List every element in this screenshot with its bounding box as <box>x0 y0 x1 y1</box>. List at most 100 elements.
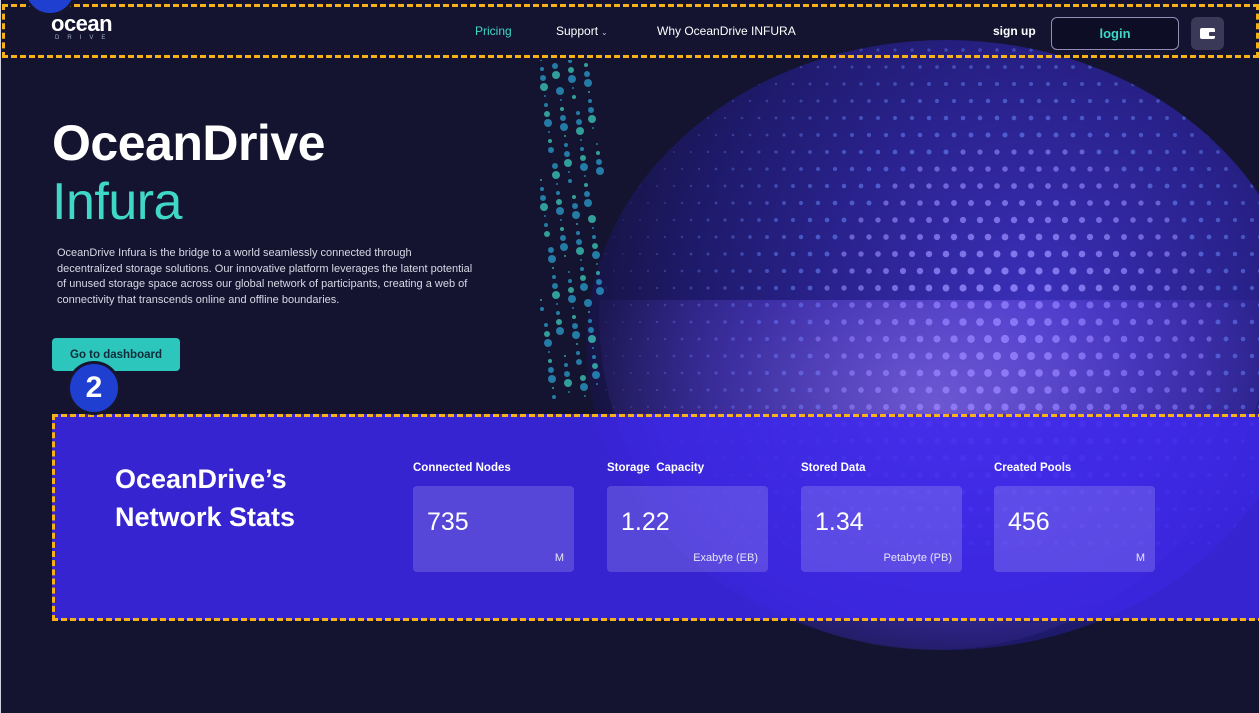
wallet-button[interactable] <box>1191 17 1224 50</box>
sphere-dot <box>732 66 734 68</box>
sphere-dot <box>968 166 974 172</box>
sphere-dot <box>740 184 744 188</box>
sphere-dot <box>782 201 786 205</box>
sphere-dot <box>1045 149 1051 155</box>
sphere-dot <box>1241 65 1245 69</box>
sphere-dot <box>969 65 973 69</box>
sphere-dot <box>1241 99 1245 103</box>
sphere-dot <box>647 168 649 170</box>
particle-dot <box>568 391 570 393</box>
sphere-dot <box>1036 98 1042 104</box>
sphere-dot <box>656 185 658 187</box>
sphere-dot <box>859 116 863 120</box>
sphere-dot <box>993 284 1001 292</box>
sphere-dot <box>951 200 957 206</box>
go-to-dashboard-button[interactable]: Go to dashboard <box>52 338 180 371</box>
sphere-dot <box>1036 166 1042 172</box>
sphere-dot <box>689 286 693 290</box>
annotation-marker-2: 2 <box>67 361 121 415</box>
sphere-dot <box>680 201 684 205</box>
sphere-dot <box>942 216 950 224</box>
particle-dot <box>556 207 564 215</box>
sphere-dot <box>672 184 676 188</box>
sphere-dot <box>900 234 906 240</box>
sphere-dot <box>1019 166 1025 172</box>
nav-support-link[interactable]: Support ⌄ <box>556 24 608 38</box>
sphere-dot <box>994 149 1000 155</box>
sphere-dot <box>926 115 932 121</box>
sphere-dot <box>1215 251 1221 257</box>
particle-dot <box>596 287 604 295</box>
particle-dot <box>572 307 574 309</box>
sphere-dot <box>757 116 761 120</box>
sphere-dot <box>731 133 735 137</box>
sphere-dot <box>1206 268 1212 274</box>
sphere-dot <box>1087 200 1093 206</box>
sphere-dot <box>960 183 966 189</box>
stat-card: 1.22 Exabyte (EB) <box>607 486 768 572</box>
sphere-dot <box>866 234 872 240</box>
sphere-dot <box>808 150 812 154</box>
nav-pricing-link[interactable]: Pricing <box>475 24 512 38</box>
sphere-dot <box>916 267 924 275</box>
sphere-dot <box>799 167 803 171</box>
particle-dot <box>552 395 556 399</box>
particle-dot <box>564 355 566 357</box>
particle-dot <box>548 367 554 373</box>
sphere-dot <box>824 251 830 257</box>
particle-dot <box>552 291 560 299</box>
sphere-dot <box>909 149 915 155</box>
sphere-dot <box>1130 149 1136 155</box>
sphere-dot <box>1018 267 1026 275</box>
stat-unit: M <box>554 552 564 564</box>
sphere-dot <box>673 151 675 153</box>
particle-dot <box>560 115 566 121</box>
sphere-dot <box>791 116 795 120</box>
sphere-dot <box>1199 82 1203 86</box>
sphere-dot <box>815 166 821 172</box>
stat-card: 1.34 Petabyte (PB) <box>801 486 962 572</box>
particle-dot <box>588 99 592 103</box>
particle-dot <box>596 271 600 275</box>
sphere-dot <box>1096 115 1102 121</box>
sphere-dot <box>951 132 957 138</box>
particle-dot <box>596 159 602 165</box>
sphere-dot <box>841 149 847 155</box>
sphere-dot <box>706 116 710 120</box>
nav-why-link[interactable]: Why OceanDrive INFURA <box>657 24 796 38</box>
sphere-dot <box>1206 166 1212 172</box>
sphere-dot <box>1087 166 1093 172</box>
sphere-dot <box>689 252 693 256</box>
sphere-dot <box>1147 285 1153 291</box>
sphere-dot <box>926 149 932 155</box>
logo[interactable]: ocean DRIVE <box>51 13 113 42</box>
sphere-dot <box>774 150 778 154</box>
sphere-dot <box>1104 98 1110 104</box>
sphere-dot <box>900 200 906 206</box>
stat-card: 735 M <box>413 486 574 572</box>
sphere-dot <box>884 65 888 69</box>
sphere-dot <box>1207 133 1211 137</box>
particle-dot <box>548 247 554 253</box>
sphere-dot <box>790 251 796 257</box>
sphere-dot <box>613 236 615 238</box>
sphere-dot <box>825 150 829 154</box>
signup-link[interactable]: sign up <box>993 24 1036 38</box>
sphere-dot <box>824 217 830 223</box>
stat-value: 735 <box>427 508 469 536</box>
sphere-dot <box>1062 183 1068 189</box>
sphere-dot <box>714 133 718 137</box>
login-button[interactable]: login <box>1051 17 1179 50</box>
sphere-dot <box>832 268 838 274</box>
sphere-dot <box>1070 166 1076 172</box>
sphere-dot <box>1131 82 1135 86</box>
sphere-dot <box>884 99 888 103</box>
sphere-dot <box>723 218 727 222</box>
sphere-dot <box>841 183 847 189</box>
sphere-dot <box>875 183 881 189</box>
sphere-dot <box>1182 116 1186 120</box>
sphere-dot <box>985 132 991 138</box>
sphere-dot <box>646 269 650 273</box>
sphere-dot <box>647 202 649 204</box>
sphere-dot <box>1224 65 1228 69</box>
